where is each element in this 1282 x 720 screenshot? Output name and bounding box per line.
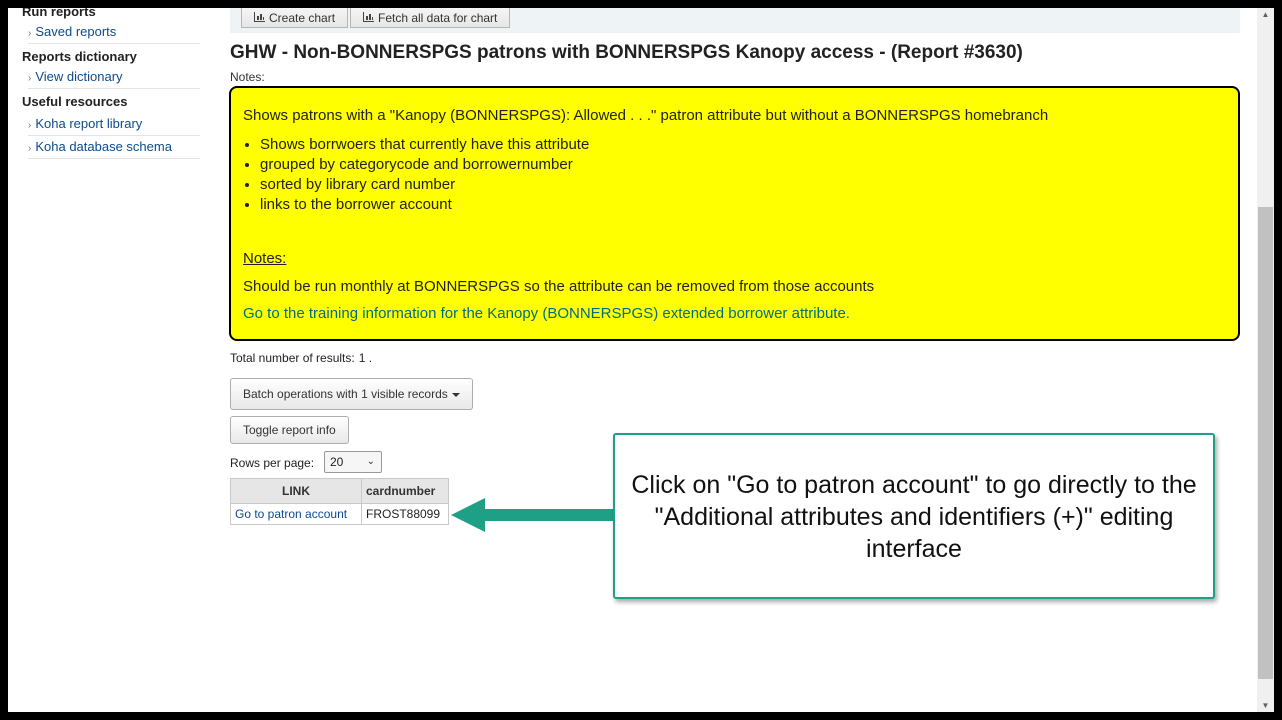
browser-viewport: Run reports › Saved reports Reports dicti… — [8, 8, 1274, 712]
list-item: grouped by categorycode and borrowernumb… — [260, 155, 589, 175]
sidebar-item-label: Koha report library — [35, 116, 143, 131]
sidebar-item-label: View dictionary — [35, 69, 123, 84]
patron-account-link[interactable]: Go to patron account — [235, 507, 347, 521]
report-notes-box: Shows patrons with a "Kanopy (BONNERSPGS… — [229, 86, 1240, 341]
chevron-right-icon: › — [28, 143, 32, 154]
results-table: LINK cardnumber Go to patron account FRO… — [230, 478, 449, 525]
sidebar-item-view-dictionary[interactable]: › View dictionary — [28, 66, 200, 89]
notes-heading: Notes: — [243, 250, 287, 267]
results-count: 1 . — [358, 351, 373, 365]
scroll-down-icon[interactable]: ▼ — [1257, 701, 1274, 710]
sidebar-heading-useful-resources: Useful resources — [22, 94, 128, 109]
note-text: Should be run monthly at BONNERSPGS so t… — [243, 278, 875, 295]
vertical-scrollbar[interactable]: ▲ ▼ — [1257, 8, 1274, 712]
sidebar-item-koha-database-schema[interactable]: › Koha database schema — [28, 136, 200, 159]
list-item: links to the borrower account — [260, 195, 589, 215]
sidebar-heading-run-reports: Run reports — [22, 8, 96, 19]
column-header-link[interactable]: LINK — [230, 478, 362, 504]
page-title: GHW - Non-BONNERSPGS patrons with BONNER… — [230, 42, 1023, 63]
sidebar-item-saved-reports[interactable]: › Saved reports — [28, 21, 200, 44]
table-cell-cardnumber: FROST88099 — [361, 503, 449, 525]
rows-per-page-value: 20 — [330, 455, 344, 469]
table-cell-link: Go to patron account — [230, 503, 362, 525]
report-description: Shows patrons with a "Kanopy (BONNERSPGS… — [243, 107, 1049, 124]
annotation-callout: Click on "Go to patron account" to go di… — [613, 433, 1215, 599]
create-chart-button[interactable]: Create chart — [241, 8, 349, 31]
results-label: Total number of results: — [230, 351, 355, 365]
fetch-all-data-button[interactable]: Fetch all data for chart — [350, 8, 511, 31]
table-row: Go to patron account FROST88099 — [230, 503, 449, 525]
sidebar-item-label: Koha database schema — [35, 139, 172, 154]
list-item: Shows borrwoers that currently have this… — [260, 135, 589, 155]
batch-operations-button[interactable]: Batch operations with 1 visible records — [230, 378, 473, 410]
bar-chart-icon — [254, 8, 265, 31]
column-header-cardnumber[interactable]: cardnumber — [361, 478, 449, 504]
scroll-up-icon[interactable]: ▲ — [1257, 10, 1274, 19]
chevron-down-icon: ⌄ — [366, 456, 375, 467]
chevron-right-icon: › — [28, 120, 32, 131]
rows-per-page-label: Rows per page: — [230, 456, 315, 470]
sidebar-nav: Run reports › Saved reports Reports dicti… — [22, 8, 200, 159]
table-header-row: LINK cardnumber — [230, 478, 449, 504]
sidebar-item-label: Saved reports — [35, 24, 117, 39]
chevron-right-icon: › — [28, 28, 32, 39]
results-summary: Total number of results: 1 . — [230, 351, 372, 365]
chevron-right-icon: › — [28, 73, 32, 84]
rows-per-page-select[interactable]: 20 ⌄ — [324, 451, 382, 473]
fetch-all-data-label: Fetch all data for chart — [378, 11, 498, 25]
toggle-report-info-button[interactable]: Toggle report info — [230, 416, 349, 444]
report-bullet-list: Shows borrwoers that currently have this… — [243, 135, 589, 215]
batch-operations-label: Batch operations with 1 visible records — [243, 387, 448, 401]
training-info-link[interactable]: Go to the training information for the K… — [243, 305, 850, 322]
scrollbar-thumb[interactable] — [1258, 207, 1273, 679]
caret-down-icon — [451, 392, 460, 397]
create-chart-label: Create chart — [269, 11, 336, 25]
list-item: sorted by library card number — [260, 175, 589, 195]
report-toolbar: Create chart Fetch all data for chart — [230, 8, 1240, 33]
annotation-arrow — [451, 498, 615, 532]
sidebar-heading-reports-dictionary: Reports dictionary — [22, 49, 137, 64]
notes-label: Notes: — [230, 70, 265, 84]
bar-chart-icon — [363, 8, 374, 31]
sidebar-item-koha-report-library[interactable]: › Koha report library — [28, 113, 200, 136]
